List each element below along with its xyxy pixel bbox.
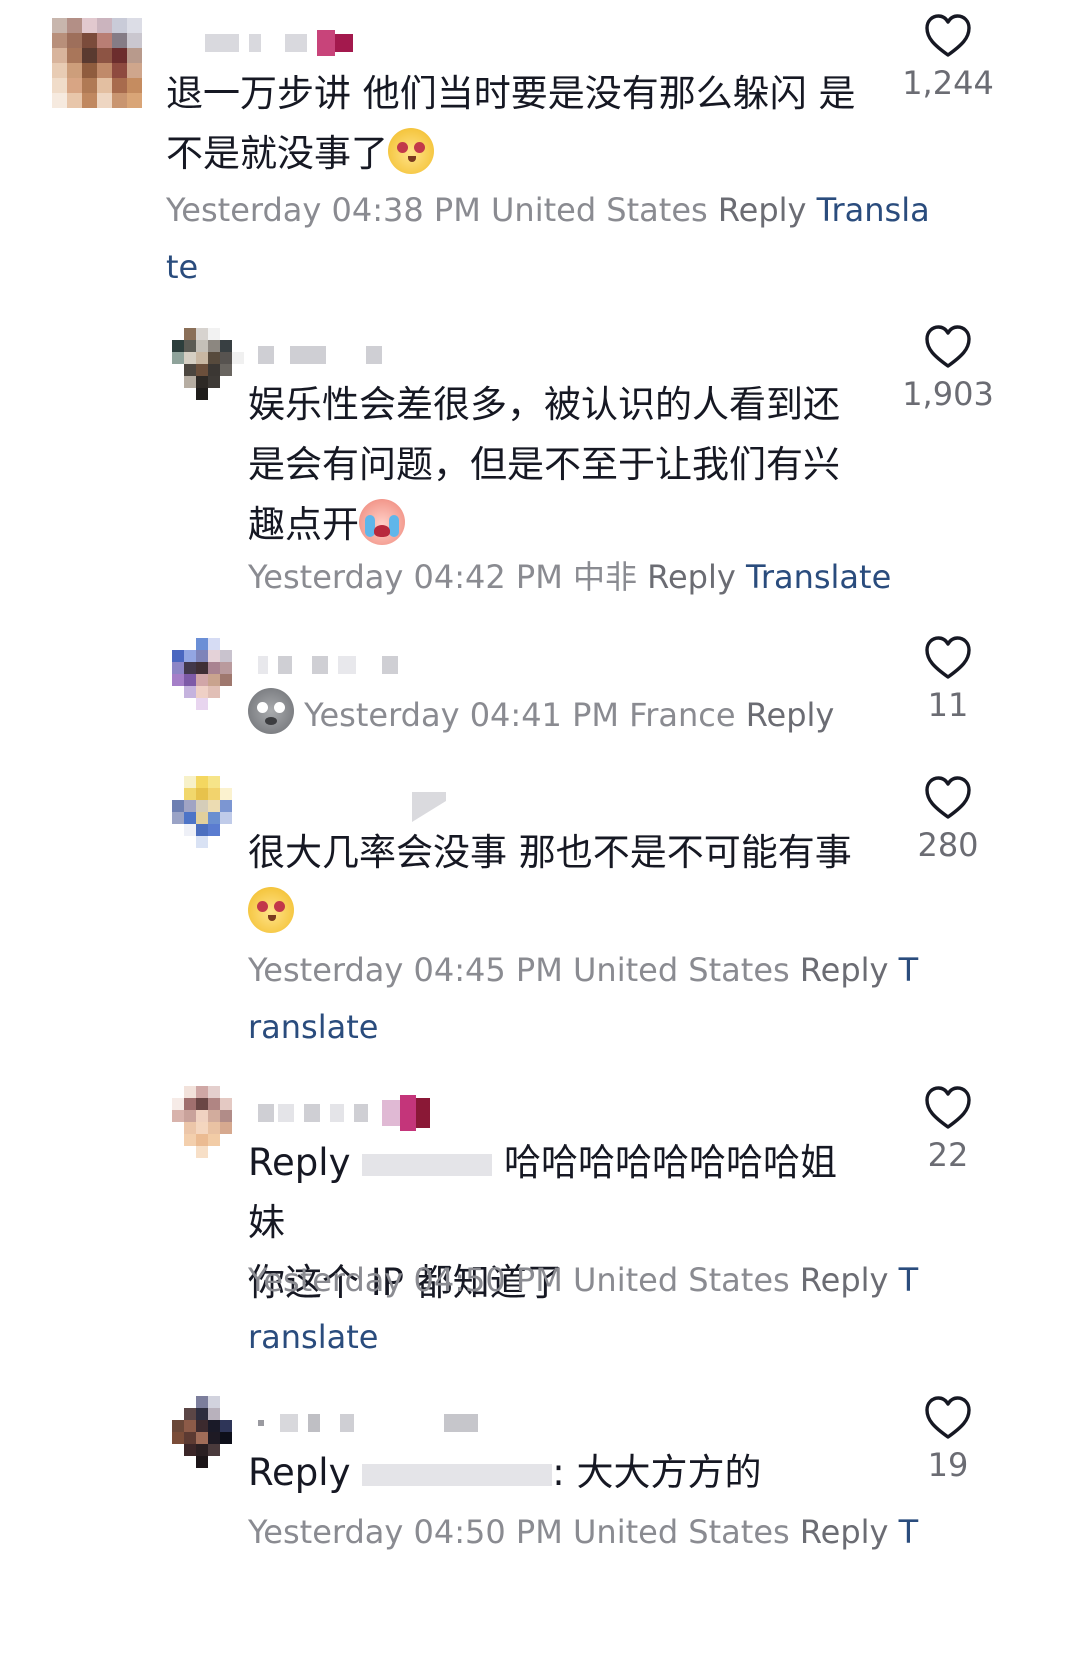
translate-link[interactable]: T: [899, 1261, 919, 1299]
username-masked[interactable]: [258, 650, 398, 680]
crying-emoji-icon: [359, 499, 405, 545]
like-button[interactable]: 1,903: [888, 325, 1008, 413]
like-button[interactable]: 22: [888, 1086, 1008, 1174]
translate-link-wrap[interactable]: te: [166, 237, 198, 297]
username-masked[interactable]: [205, 28, 353, 58]
mention-masked: [362, 1153, 493, 1176]
comment-text: 退一万步讲 他们当时要是没有那么躲闪 是不是就没事了: [166, 64, 876, 184]
username-masked[interactable]: [258, 340, 382, 370]
reply-button[interactable]: Reply: [647, 558, 736, 596]
emoji-icon: [388, 128, 434, 174]
comment-text: 娱乐性会差很多，被认识的人看到还是会有问题，但是不至于让我们有兴趣点开: [248, 375, 868, 555]
username-masked[interactable]: [258, 1408, 478, 1438]
comment-text: 很大几率会没事 那也不是不可能有事: [248, 823, 868, 943]
comment-text: Reply : 大大方方的: [248, 1443, 868, 1503]
heart-outline-icon: [925, 1396, 971, 1439]
location: United States: [490, 191, 708, 229]
translate-link[interactable]: Transla: [817, 191, 930, 229]
comment-meta: Yesterday 04:42 PM 中非 Reply Translate: [248, 547, 891, 607]
heart-outline-icon: [925, 776, 971, 819]
comment-meta: Yesterday 04:38 PM United States Reply T…: [166, 180, 930, 240]
like-count: 1,244: [902, 64, 994, 102]
translate-link[interactable]: T: [899, 1513, 919, 1551]
heart-outline-icon: [925, 1086, 971, 1129]
reply-button[interactable]: Reply: [800, 1261, 889, 1299]
reply-prefix: Reply: [248, 1451, 351, 1494]
avatar[interactable]: [172, 1396, 244, 1468]
avatar[interactable]: [172, 776, 244, 848]
translate-link-wrap[interactable]: ranslate: [248, 997, 378, 1057]
avatar[interactable]: [52, 18, 142, 108]
reply-button[interactable]: Reply: [800, 1513, 889, 1551]
username-masked[interactable]: [412, 792, 446, 822]
avatar[interactable]: [172, 638, 244, 710]
reply-prefix: Reply: [248, 1141, 351, 1184]
like-button[interactable]: 11: [888, 636, 1008, 724]
timestamp: Yesterday 04:42 PM: [248, 558, 563, 596]
reply-button[interactable]: Reply: [718, 191, 807, 229]
username-masked[interactable]: [258, 1095, 430, 1131]
like-count: 19: [927, 1446, 969, 1484]
location: 中非: [572, 558, 637, 596]
mention-masked: [362, 1463, 553, 1486]
comment-meta: Yesterday 04:50 PM United States Reply T: [248, 1250, 918, 1310]
comment-text-content: 很大几率会没事 那也不是不可能有事: [248, 831, 852, 874]
emoji-icon: [248, 688, 294, 734]
heart-outline-icon: [925, 14, 971, 57]
reply-button[interactable]: Reply: [746, 696, 835, 734]
location: France: [629, 696, 736, 734]
timestamp: Yesterday 04:38 PM: [166, 191, 481, 229]
comment-meta: Yesterday 04:45 PM United States Reply T: [248, 940, 918, 1000]
location: United States: [572, 951, 790, 989]
emoji-icon: [248, 887, 294, 933]
reply-button[interactable]: Reply: [800, 951, 889, 989]
like-count: 11: [927, 686, 969, 724]
translate-link[interactable]: Translate: [746, 558, 891, 596]
heart-outline-icon: [925, 636, 971, 679]
translate-link[interactable]: T: [899, 951, 919, 989]
like-button[interactable]: 19: [888, 1396, 1008, 1484]
comment-meta: Yesterday 04:41 PM France Reply: [248, 685, 834, 745]
translate-link-wrap[interactable]: ranslate: [248, 1307, 378, 1367]
like-count: 280: [917, 826, 979, 864]
location: United States: [572, 1513, 790, 1551]
heart-outline-icon: [925, 325, 971, 368]
comment-meta: Yesterday 04:50 PM United States Reply T: [248, 1502, 918, 1562]
comment-text-content: 退一万步讲 他们当时要是没有那么躲闪 是不是就没事了: [166, 72, 856, 175]
timestamp: Yesterday 04:50 PM: [248, 1261, 563, 1299]
comment-text-content: 娱乐性会差很多，被认识的人看到还是会有问题，但是不至于让我们有兴趣点开: [248, 383, 840, 546]
avatar[interactable]: [172, 328, 244, 400]
like-button[interactable]: 1,244: [888, 14, 1008, 102]
location: United States: [572, 1261, 790, 1299]
like-button[interactable]: 280: [888, 776, 1008, 864]
avatar[interactable]: [172, 1086, 244, 1158]
timestamp: Yesterday 04:50 PM: [248, 1513, 563, 1551]
timestamp: Yesterday 04:41 PM: [304, 696, 619, 734]
like-count: 22: [927, 1136, 969, 1174]
comment-text-content: : 大大方方的: [552, 1451, 762, 1494]
like-count: 1,903: [902, 375, 994, 413]
timestamp: Yesterday 04:45 PM: [248, 951, 563, 989]
